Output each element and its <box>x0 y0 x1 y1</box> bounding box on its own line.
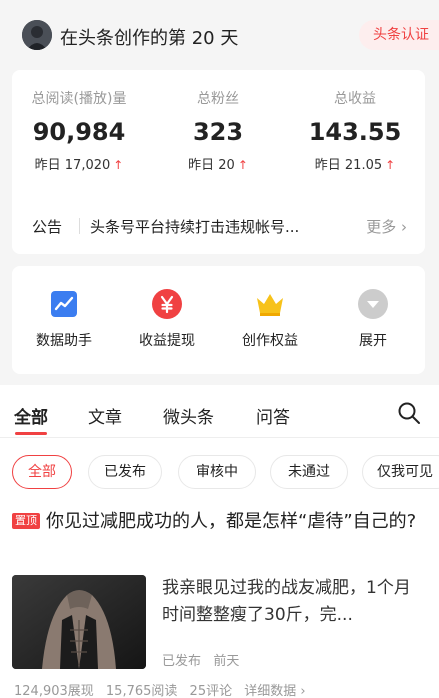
tab-micro-posts[interactable]: 微头条 <box>163 403 214 428</box>
filter-reviewing[interactable]: 审核中 <box>178 455 256 489</box>
up-arrow-icon: ↑ <box>385 158 396 172</box>
stats-card: 总阅读(播放)量 90,984 昨日 17,020 ↑ 总粉丝 323 昨日 20… <box>12 70 425 254</box>
chart-icon <box>48 288 80 320</box>
notice-divider <box>79 218 80 234</box>
tab-articles[interactable]: 文章 <box>88 403 122 428</box>
stat-total-fans[interactable]: 总粉丝 323 昨日 20 ↑ <box>153 88 283 173</box>
content-area: 全部 文章 微头条 问答 全部 已发布 审核中 未通过 仅我可见 置顶 你见过减肥… <box>0 385 439 698</box>
yen-icon <box>151 288 183 320</box>
article-title[interactable]: 置顶 你见过减肥成功的人，都是怎样“虐待”自己的? <box>12 509 422 535</box>
article-status: 已发布 <box>162 654 202 669</box>
filter-rejected[interactable]: 未通过 <box>270 455 348 489</box>
stat-label: 总收益 <box>334 91 376 107</box>
up-arrow-icon: ↑ <box>237 158 248 172</box>
chevron-down-icon <box>357 288 389 320</box>
up-arrow-icon: ↑ <box>113 158 124 172</box>
verify-badge[interactable]: 头条认证 <box>359 20 439 50</box>
stat-total-income[interactable]: 总收益 143.55 昨日 21.05 ↑ <box>290 88 420 173</box>
tool-expand[interactable]: 展开 <box>333 288 413 350</box>
stat-yesterday: 昨日 20 <box>188 158 235 173</box>
active-tab-indicator <box>15 432 47 435</box>
stat-value: 143.55 <box>308 118 402 146</box>
details-link[interactable]: 详细数据 › <box>244 684 305 698</box>
tool-label: 数据助手 <box>36 333 92 349</box>
divider <box>0 437 439 438</box>
notice-bar[interactable]: 公告 头条号平台持续打击违规帐号... 更多 › <box>12 208 425 244</box>
notice-text[interactable]: 头条号平台持续打击违规帐号... <box>90 216 299 237</box>
stat-yesterday: 昨日 21.05 <box>314 158 383 173</box>
crown-icon <box>254 288 286 320</box>
stat-yesterday: 昨日 17,020 <box>34 158 111 173</box>
pinned-badge: 置顶 <box>12 513 40 529</box>
stat-label: 总阅读(播放)量 <box>31 91 127 107</box>
notice-more-link[interactable]: 更多 › <box>366 216 407 237</box>
article-meta: 已发布 前天 <box>162 650 239 669</box>
tools-card: 数据助手 收益提现 创作权益 展开 <box>12 266 425 374</box>
avatar[interactable] <box>22 20 52 50</box>
stat-value: 90,984 <box>32 118 126 146</box>
tool-label: 展开 <box>359 333 387 349</box>
stat-label: 总粉丝 <box>197 91 239 107</box>
tool-creation-rights[interactable]: 创作权益 <box>230 288 310 350</box>
impressions-count: 124,903展现 <box>14 684 94 698</box>
tab-all[interactable]: 全部 <box>14 403 48 428</box>
tool-income-withdraw[interactable]: 收益提现 <box>127 288 207 350</box>
stat-total-reads[interactable]: 总阅读(播放)量 90,984 昨日 17,020 ↑ <box>14 88 144 173</box>
stat-value: 323 <box>192 118 244 146</box>
article-time: 前天 <box>213 654 240 669</box>
filter-published[interactable]: 已发布 <box>88 455 162 489</box>
article-title-text: 你见过减肥成功的人，都是怎样“虐待”自己的? <box>46 511 417 532</box>
tool-label: 收益提现 <box>139 333 195 349</box>
comments-count: 25评论 <box>189 684 233 698</box>
filter-private[interactable]: 仅我可见 <box>362 455 439 489</box>
tool-label: 创作权益 <box>242 333 298 349</box>
search-icon[interactable] <box>397 401 421 425</box>
creation-days-text: 在头条创作的第 20 天 <box>60 28 239 49</box>
filter-all[interactable]: 全部 <box>12 455 72 489</box>
header: 在头条创作的第 20 天 头条认证 <box>0 0 439 70</box>
tool-data-assistant[interactable]: 数据助手 <box>24 288 104 350</box>
article-summary[interactable]: 我亲眼见过我的战友减肥，1个月时间整整瘦了30斤，完... <box>162 575 424 629</box>
notice-label: 公告 <box>32 218 63 236</box>
article-thumbnail[interactable] <box>12 575 146 669</box>
article-stats: 124,903展现 15,765阅读 25评论 详细数据 › <box>14 680 314 698</box>
tab-qa[interactable]: 问答 <box>256 403 290 428</box>
reads-count: 15,765阅读 <box>105 684 178 698</box>
